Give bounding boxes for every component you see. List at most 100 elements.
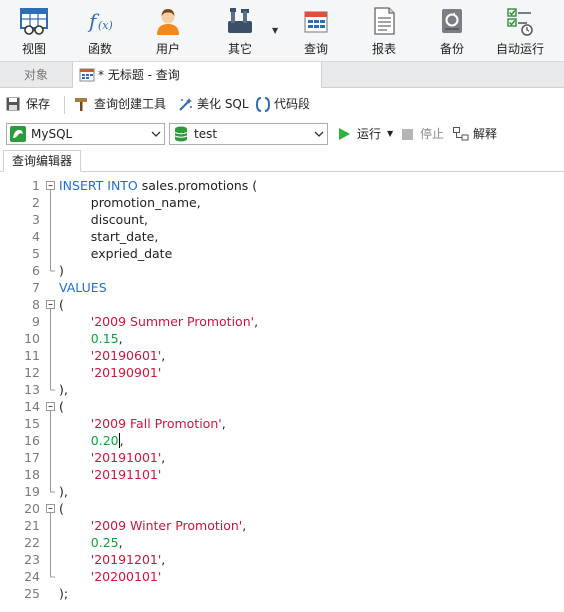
code-line[interactable]: 8( (0, 296, 564, 313)
run-dropdown-caret-icon[interactable]: ▼ (387, 120, 393, 148)
code-line[interactable]: 12 '20190901' (0, 364, 564, 381)
code-text: promotion_name, (59, 194, 201, 211)
backup-icon (442, 9, 462, 33)
code-line[interactable]: 19), (0, 483, 564, 500)
code-text: INSERT INTO sales.promotions ( (59, 177, 257, 194)
fold-collapse-icon[interactable] (45, 398, 57, 415)
code-token: ( (59, 297, 64, 312)
database-value: test (194, 127, 218, 141)
toolbar-others-button[interactable]: 其它 (208, 0, 272, 62)
code-line[interactable]: 13), (0, 381, 564, 398)
line-number: 12 (24, 365, 40, 380)
code-line[interactable]: 17 '20191001', (0, 449, 564, 466)
string-literal: '20191001' (90, 450, 162, 465)
line-number: 15 (24, 416, 40, 431)
code-line[interactable]: 20 ( (0, 500, 564, 517)
line-number: 13 (24, 382, 40, 397)
toolbar-automation-label: 自动运行 (495, 42, 544, 56)
chevron-down-icon (151, 131, 161, 137)
code-line[interactable]: 9 '2009 Summer Promotion', (0, 313, 564, 330)
beautify-sql-label: 美化 SQL (197, 97, 249, 111)
toolbar-view-button[interactable]: 视图 (2, 0, 66, 62)
tab-objects[interactable]: 对象 (0, 62, 72, 88)
code-token: promotion_name, (59, 195, 201, 210)
explain-label: 解释 (473, 127, 498, 141)
toolbar-function-button[interactable]: f (x) 函数 (68, 0, 132, 62)
save-icon (6, 97, 20, 111)
line-number: 22 (24, 535, 40, 550)
fold-line (50, 364, 51, 381)
code-text: '2009 Summer Promotion', (59, 313, 258, 330)
toolbar-automation-button[interactable]: 自动运行 (487, 0, 553, 62)
explain-button[interactable]: 解释 (453, 120, 503, 148)
main-toolbar: 视图 f (x) 函数 用户 其它 ▼ 查询 报表 备份 自动运行 (0, 0, 564, 62)
code-token: , (254, 314, 259, 329)
database-select[interactable]: test (169, 123, 328, 145)
toolbar-report-button[interactable]: 报表 (352, 0, 416, 62)
code-line[interactable]: 21 '2009 Winter Promotion', (0, 517, 564, 534)
code-line[interactable]: 4 start_date, (0, 228, 564, 245)
query-builder-button[interactable]: 查询创建工具 (74, 88, 172, 120)
code-token: ( (59, 501, 64, 516)
code-snippet-icon (256, 97, 270, 112)
tab-query-editor[interactable]: 查询编辑器 (3, 150, 81, 172)
sql-code-editor[interactable]: 1 INSERT INTO sales.promotions (2 promoti… (0, 173, 564, 612)
fold-collapse-icon[interactable] (45, 500, 57, 517)
beautify-sql-button[interactable]: 美化 SQL (178, 88, 250, 120)
code-line[interactable]: 25); (0, 585, 564, 602)
toolbar-user-button[interactable]: 用户 (136, 0, 200, 62)
code-text: '20191101' (59, 466, 162, 483)
code-token: sales.promotions ( (137, 178, 258, 193)
code-snippet-button[interactable]: 代码段 (256, 88, 316, 120)
line-number: 7 (32, 280, 40, 295)
fold-collapse-icon[interactable] (45, 296, 57, 313)
save-button[interactable]: 保存 (6, 88, 56, 120)
play-icon (339, 128, 350, 140)
number-literal: 0.25 (90, 535, 119, 550)
code-line[interactable]: 5 expried_date (0, 245, 564, 262)
code-line[interactable]: 22 0.25, (0, 534, 564, 551)
code-token: ), (59, 484, 68, 499)
fold-line (50, 194, 51, 211)
code-line[interactable]: 16 0.20, (0, 432, 564, 449)
code-line[interactable]: 10 0.15, (0, 330, 564, 347)
code-text: '20190901' (59, 364, 162, 381)
code-line[interactable]: 7 VALUES (0, 279, 564, 296)
code-token: , (118, 331, 123, 346)
code-line[interactable]: 1 INSERT INTO sales.promotions ( (0, 177, 564, 194)
line-number: 25 (24, 586, 40, 601)
others-dropdown-caret-icon[interactable]: ▼ (272, 26, 278, 35)
toolbar-others-label: 其它 (227, 42, 252, 56)
code-token: , (221, 416, 226, 431)
connection-select[interactable]: MySQL (6, 123, 165, 145)
code-line[interactable]: 11 '20190601', (0, 347, 564, 364)
number-literal: 0.20 (90, 433, 119, 448)
code-text: discount, (59, 211, 148, 228)
code-line[interactable]: 24 '20200101' (0, 568, 564, 585)
line-number: 9 (32, 314, 40, 329)
code-line[interactable]: 14 ( (0, 398, 564, 415)
run-button[interactable]: 运行 ▼ (338, 120, 396, 148)
code-text: '2009 Winter Promotion', (59, 517, 246, 534)
code-text: ( (59, 398, 64, 415)
tab-untitled-query[interactable]: * 无标题 - 查询 (72, 62, 322, 88)
string-literal: '20190601' (90, 348, 162, 363)
code-line[interactable]: 15 '2009 Fall Promotion', (0, 415, 564, 432)
toolbar-report-label: 报表 (371, 42, 396, 56)
toolbar-query-button[interactable]: 查询 (284, 0, 348, 62)
sql-keyword: INSERT INTO (59, 178, 138, 193)
code-snippet-label: 代码段 (274, 97, 311, 111)
fold-gutter (45, 279, 57, 296)
sql-keyword: VALUES (59, 280, 107, 295)
code-line[interactable]: 3 discount, (0, 211, 564, 228)
stop-button[interactable]: 停止 (402, 120, 448, 148)
fold-collapse-icon[interactable] (45, 177, 57, 194)
editor-action-bar: 保存 查询创建工具 美化 SQL 代码段 (0, 88, 564, 120)
fold-line (50, 534, 51, 551)
code-line[interactable]: 6) (0, 262, 564, 279)
code-line[interactable]: 23 '20191201', (0, 551, 564, 568)
code-line[interactable]: 2 promotion_name, (0, 194, 564, 211)
code-line[interactable]: 18 '20191101' (0, 466, 564, 483)
toolbar-backup-button[interactable]: 备份 (420, 0, 484, 62)
